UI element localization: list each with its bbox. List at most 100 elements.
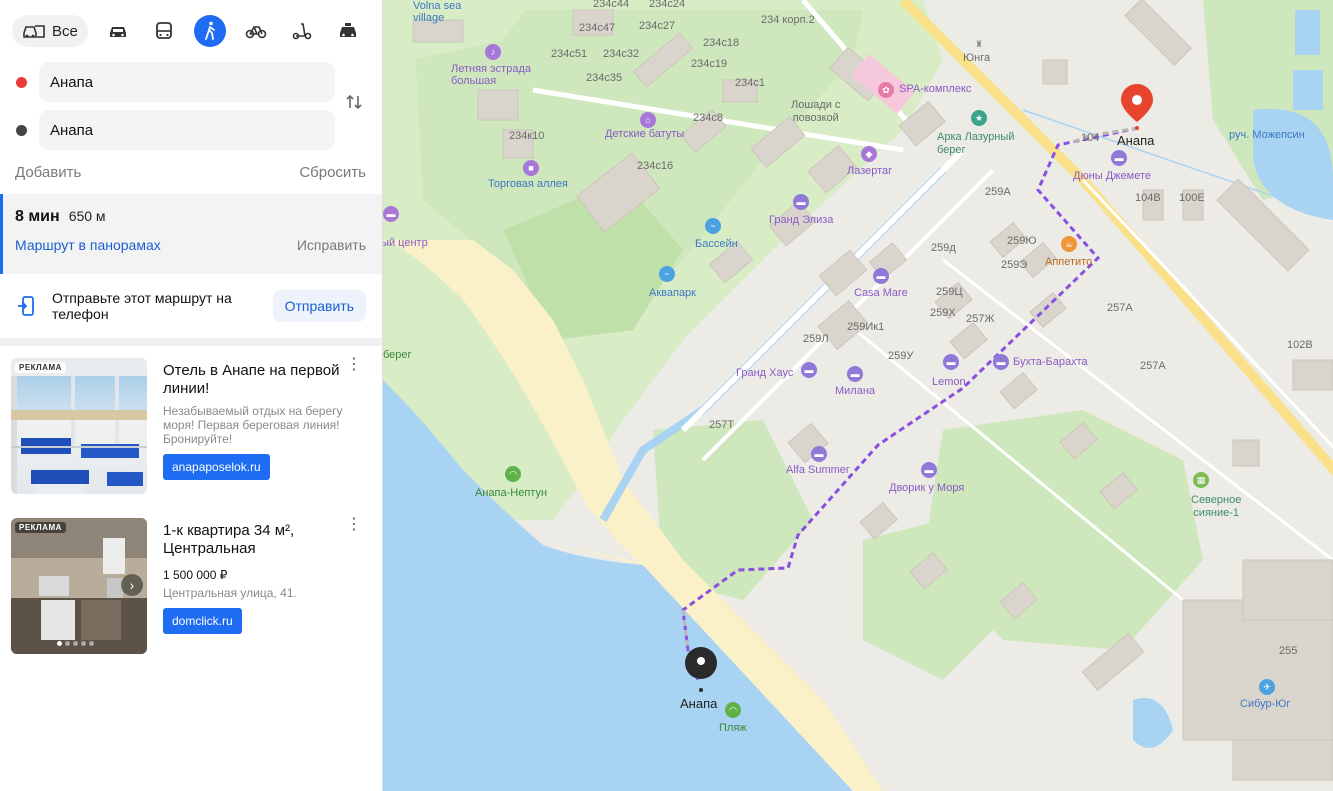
hotel-icon[interactable]: ▬: [811, 446, 827, 462]
map-view[interactable]: ♪ ⌂ ■ ✿ ♜ ★ ◆ ▬ ▬ ~ ~ ▬ ☕ ▬ ▬ ▬ ▬ ▬ ▬ ◠ …: [383, 0, 1333, 791]
hotel-icon[interactable]: ▬: [943, 354, 959, 370]
mode-bus-button[interactable]: [148, 15, 180, 47]
map-label[interactable]: Летняя эстрада большая: [451, 63, 531, 87]
dot-icon[interactable]: [81, 641, 86, 646]
flight-icon[interactable]: ✈: [1259, 679, 1275, 695]
map-label[interactable]: Лошади с повозкой: [791, 99, 840, 125]
map-label: 259Ик1: [847, 321, 885, 333]
aquapark-icon[interactable]: ~: [659, 266, 675, 282]
map-label[interactable]: Casa Mare: [854, 287, 908, 299]
ad-site-button[interactable]: domclick.ru: [163, 608, 242, 634]
hotel-icon[interactable]: ▬: [873, 268, 889, 284]
map-label[interactable]: Пляж: [719, 722, 747, 734]
gallery-next-button[interactable]: ›: [121, 574, 143, 596]
hotel-icon[interactable]: ▬: [847, 366, 863, 382]
hotel-terrace-picture: [11, 358, 147, 494]
map-label: 257Т: [709, 419, 735, 431]
ad-hotel[interactable]: РЕКЛАМА Отель в Анапе на первой линии! Н…: [0, 346, 382, 506]
map-label[interactable]: Аквапарк: [649, 287, 696, 299]
end-label[interactable]: Анапа: [680, 696, 717, 711]
ad-hotel-image[interactable]: РЕКЛАМА: [11, 358, 147, 494]
map-label[interactable]: Дюны Джемете: [1073, 170, 1151, 182]
add-point-button[interactable]: Добавить: [15, 164, 81, 186]
map-label: 259Ю: [1007, 235, 1037, 247]
beach-icon[interactable]: ◠: [505, 466, 521, 482]
from-input[interactable]: Анапа: [39, 62, 335, 102]
ad-label: РЕКЛАМА: [15, 522, 66, 533]
map-label[interactable]: Бассейн: [695, 238, 738, 250]
map-label[interactable]: Дворик у Моря: [889, 482, 964, 494]
map-label[interactable]: Гранд Хаус: [736, 367, 793, 379]
ad-menu-icon[interactable]: ⋮: [346, 357, 362, 373]
ad-apartment-image[interactable]: РЕКЛАМА ›: [11, 518, 147, 654]
dot-icon[interactable]: [89, 641, 94, 646]
map-label[interactable]: Юнга: [963, 52, 990, 64]
mode-walk-button[interactable]: [193, 15, 226, 47]
monument-icon[interactable]: ♜: [971, 36, 987, 52]
start-label[interactable]: Анапа: [1117, 133, 1154, 148]
map-label[interactable]: Lemon: [932, 376, 966, 388]
bike-icon: [245, 26, 267, 39]
panorama-link[interactable]: Маршрут в панорамах: [15, 237, 161, 253]
ad-title[interactable]: Отель в Анапе на первой линии!: [163, 362, 348, 398]
music-icon[interactable]: ♪: [485, 44, 501, 60]
map-label[interactable]: Арка Лазурный берег: [937, 131, 1014, 157]
dot-icon[interactable]: [65, 641, 70, 646]
ad-title[interactable]: 1-к квартира 34 м², Центральная: [163, 522, 348, 558]
mode-bike-button[interactable]: [240, 15, 272, 47]
dot-icon[interactable]: [73, 641, 78, 646]
from-dot-icon: [16, 76, 27, 88]
route-links: Маршрут в панорамах Исправить: [15, 237, 366, 253]
map-label[interactable]: Бухта-Барахта: [1013, 356, 1088, 368]
map-label[interactable]: Детские батуты: [605, 128, 684, 140]
hotel-icon[interactable]: ▬: [383, 206, 399, 222]
map-label[interactable]: SPA-комплекс: [899, 83, 971, 95]
ad-site-button[interactable]: anapaposelok.ru: [163, 454, 270, 480]
to-input[interactable]: Анапа: [39, 110, 335, 150]
hotel-icon[interactable]: ▬: [793, 194, 809, 210]
map-label[interactable]: Анапа-Нептун: [475, 487, 547, 499]
map-label[interactable]: Лазертаг: [847, 165, 892, 177]
hotel-icon[interactable]: ▬: [801, 362, 817, 378]
send-button[interactable]: Отправить: [272, 290, 366, 322]
map-label[interactable]: Alfa Summer: [786, 464, 850, 476]
hotel-icon[interactable]: ▬: [993, 354, 1009, 370]
fix-route-link[interactable]: Исправить: [297, 237, 366, 253]
map-label: 234с8: [693, 112, 723, 124]
reset-button[interactable]: Сбросить: [299, 164, 366, 186]
mode-taxi-button[interactable]: [332, 15, 364, 47]
map-label[interactable]: Сибур-Юг: [1240, 698, 1290, 710]
route-card[interactable]: 8 мин 650 м Маршрут в панорамах Исправит…: [0, 194, 382, 274]
residential-icon[interactable]: ▦: [1193, 472, 1209, 488]
pool-icon[interactable]: ~: [705, 218, 721, 234]
map-label[interactable]: Volna sea village: [413, 0, 461, 24]
arch-icon[interactable]: ★: [971, 110, 987, 126]
ad-menu-icon[interactable]: ⋮: [346, 517, 362, 533]
map-label[interactable]: Гранд Элиза: [769, 214, 833, 226]
spa-icon[interactable]: ✿: [878, 82, 894, 98]
map-label[interactable]: Аппетито: [1045, 256, 1092, 268]
beach-icon[interactable]: ◠: [725, 702, 741, 718]
hotel-icon[interactable]: ▬: [921, 462, 937, 478]
trampoline-icon[interactable]: ⌂: [640, 112, 656, 128]
map-label: 257А: [1140, 360, 1166, 372]
lasertag-icon[interactable]: ◆: [861, 146, 877, 162]
map-label: 259А: [985, 186, 1011, 198]
ad-apartment[interactable]: РЕКЛАМА › 1-к квартира 34 м², Центральна…: [0, 506, 382, 666]
route-point-to: Анапа: [0, 106, 382, 154]
map-label: 234с24: [649, 0, 686, 10]
map-label[interactable]: Торговая аллея: [488, 178, 568, 190]
map-label: 234к10: [509, 130, 545, 142]
dot-icon[interactable]: [57, 641, 62, 646]
map-label[interactable]: Северное сияние-1: [1191, 494, 1241, 520]
mode-all-button[interactable]: Все: [12, 15, 88, 47]
mode-scooter-button[interactable]: [286, 15, 318, 47]
shopping-icon[interactable]: ■: [523, 160, 539, 176]
cafe-icon[interactable]: ☕: [1061, 236, 1077, 252]
mode-car-button[interactable]: [102, 15, 134, 47]
map-label[interactable]: Милана: [835, 385, 875, 397]
chevron-right-icon: ›: [129, 577, 135, 593]
swap-button[interactable]: [342, 90, 366, 114]
hotel-icon[interactable]: ▬: [1111, 150, 1127, 166]
route-time: 8 мин: [15, 208, 60, 225]
